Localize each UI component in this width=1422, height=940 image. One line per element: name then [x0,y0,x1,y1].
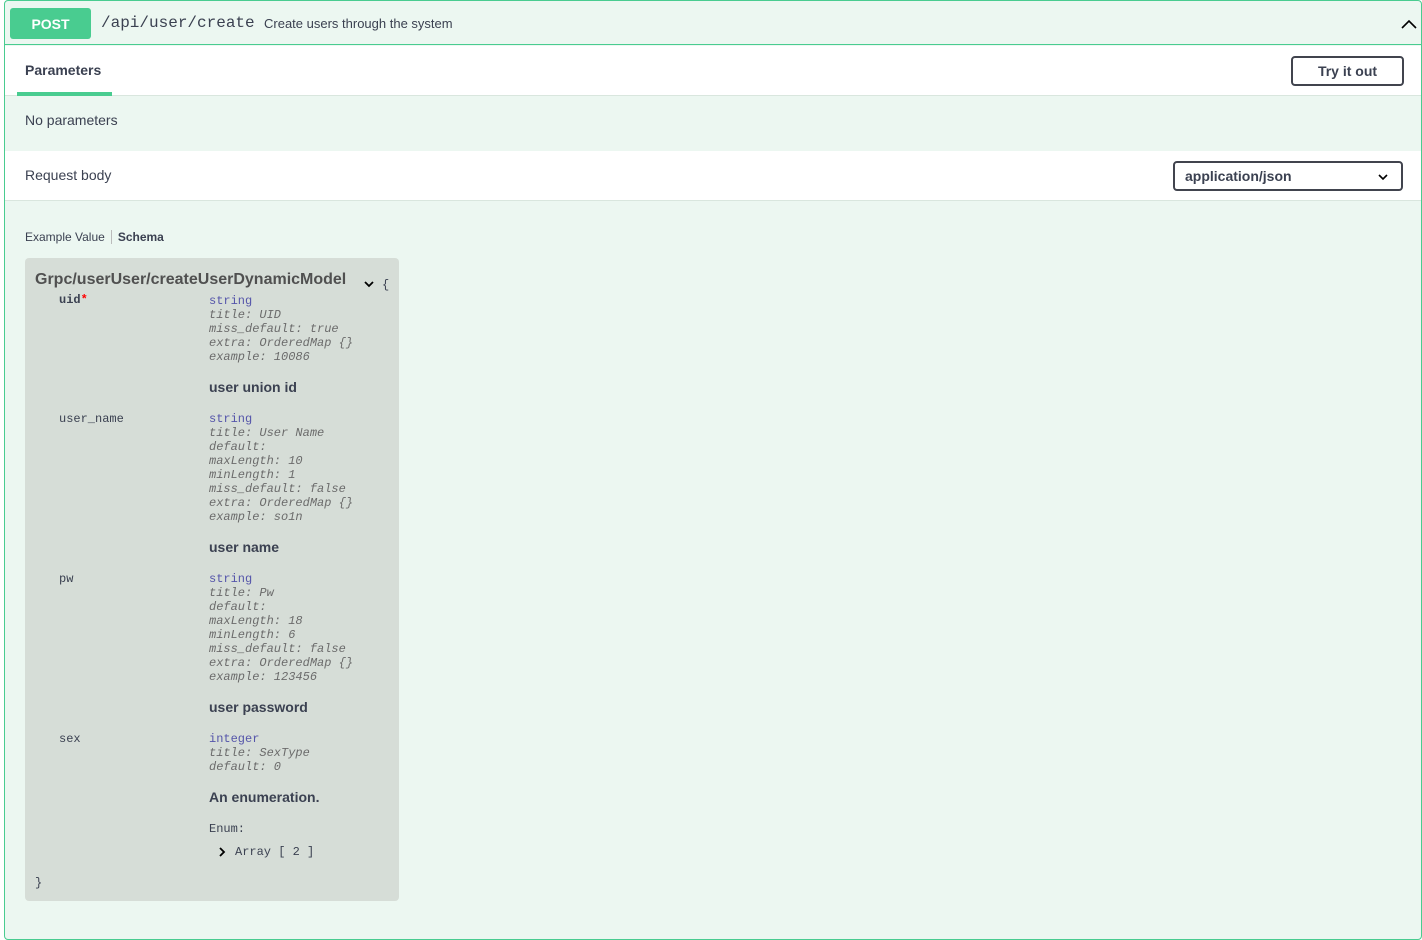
operation-summary[interactable]: POST /api/user/create Create users throu… [5,1,1421,45]
brace-close: } [35,876,43,890]
property-type: string [209,572,253,586]
meta-line: extra: OrderedMap {} [209,336,354,350]
property-name-text: uid [59,293,81,307]
try-it-out-button[interactable]: Try it out [1291,56,1404,86]
property-description: user name [209,539,280,555]
meta-line: title: Pw [209,586,274,600]
method-badge: POST [10,8,91,39]
meta-line: maxLength: 10 [209,454,303,468]
meta-line: extra: OrderedMap {} [209,496,354,510]
property-meta: title: SexType default: 0 [209,746,310,774]
content-type-select[interactable]: application/json [1173,161,1403,191]
schema-model-box: Grpc/userUser/createUserDynamicModel { u… [25,258,399,901]
meta-line: example: 123456 [209,670,318,684]
meta-line: default: 0 [209,760,282,774]
tab-schema[interactable]: Schema [118,230,164,244]
property-meta: title: Pw default: maxLength: 18 minLeng… [209,586,353,684]
parameters-tab-header: Parameters Try it out [5,46,1421,96]
no-parameters-text: No parameters [25,112,118,128]
property-description: user union id [209,379,297,395]
property-type: string [209,412,253,426]
property-meta: title: User Name default: maxLength: 10 … [209,426,353,524]
enum-array-label: Array [ 2 ] [235,845,315,859]
property-name-user-name: user_name [59,412,124,426]
brace-open: { [382,278,390,292]
endpoint-path: /api/user/create [101,14,255,32]
model-tabs: Example Value Schema [25,230,164,244]
property-name-sex: sex [59,732,81,746]
chevron-right-icon [219,847,226,857]
meta-line: miss_default: false [209,642,346,656]
meta-line: maxLength: 18 [209,614,303,628]
request-body-label: Request body [25,167,112,183]
required-marker: * [80,293,88,307]
tab-example-value[interactable]: Example Value [25,230,111,244]
operation-block: POST /api/user/create Create users throu… [4,0,1422,940]
meta-line: title: UID [209,308,282,322]
enum-label: Enum: [209,822,246,836]
meta-line: default: [209,440,267,454]
content-type-value: application/json [1185,168,1292,184]
chevron-down-icon[interactable] [363,278,375,290]
chevron-down-icon [1378,174,1388,181]
meta-line: title: User Name [209,426,325,440]
tab-divider [110,230,112,244]
tab-parameters-label: Parameters [25,62,102,78]
meta-line: default: [209,600,267,614]
meta-line: example: so1n [209,510,303,524]
meta-line: title: SexType [209,746,310,760]
property-name-pw: pw [59,572,74,586]
meta-line: miss_default: true [209,322,339,336]
chevron-up-icon[interactable] [1399,14,1419,34]
meta-line: example: 10086 [209,350,310,364]
endpoint-summary: Create users through the system [264,16,453,31]
property-type: integer [209,732,260,746]
tab-parameters[interactable]: Parameters [17,46,112,96]
property-type: string [209,294,253,308]
meta-line: extra: OrderedMap {} [209,656,354,670]
property-description: An enumeration. [209,789,320,805]
meta-line: minLength: 1 [209,468,296,482]
model-title[interactable]: Grpc/userUser/createUserDynamicModel [35,271,346,289]
property-description: user password [209,699,308,715]
meta-line: minLength: 6 [209,628,296,642]
enum-array-toggle[interactable]: Array [ 2 ] [217,845,314,859]
request-body-header: Request body application/json [5,151,1421,201]
property-name-uid: uid* [59,293,88,307]
meta-line: miss_default: false [209,482,346,496]
property-meta: title: UID miss_default: true extra: Ord… [209,308,353,364]
